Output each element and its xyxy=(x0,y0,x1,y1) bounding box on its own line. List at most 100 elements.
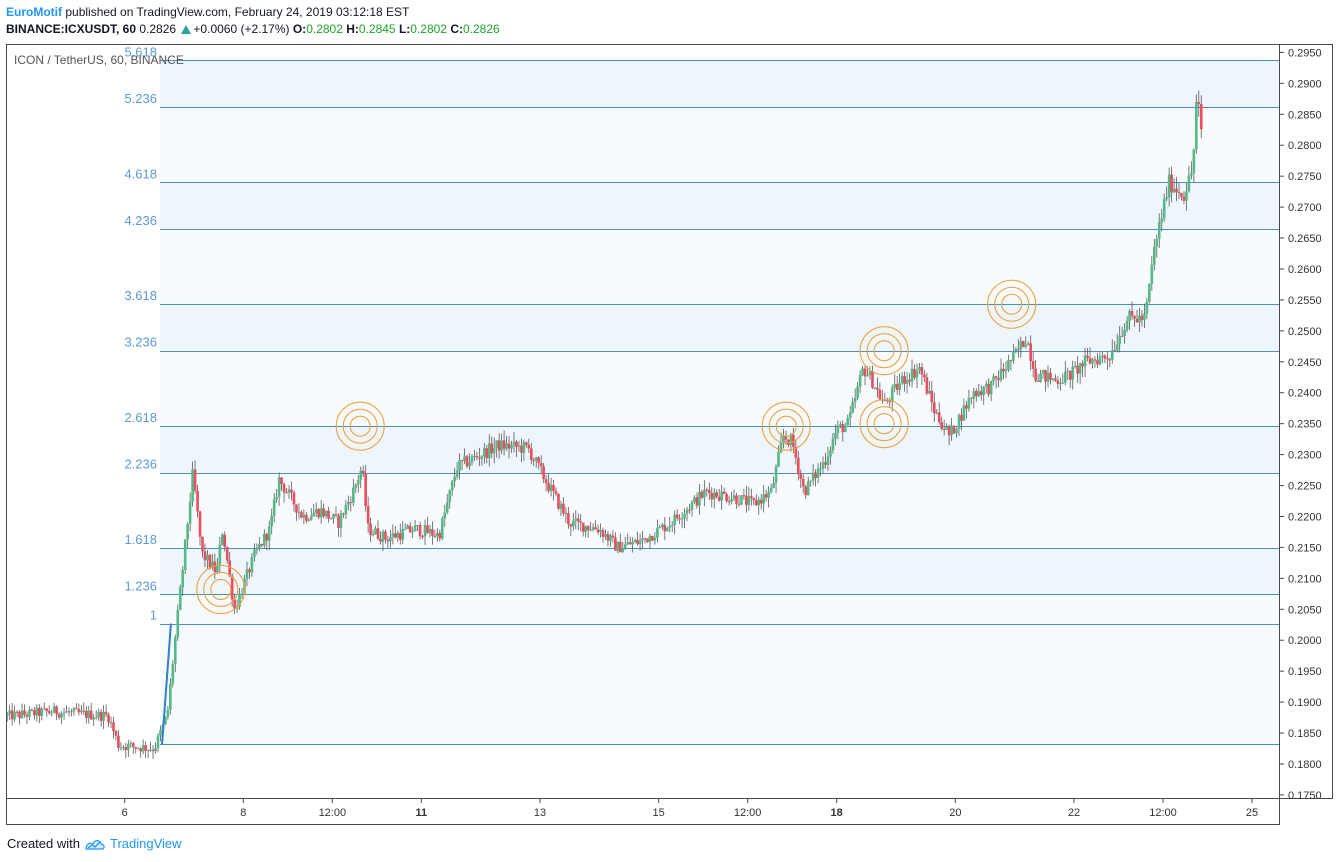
price-chart[interactable]: 1 1.236 1.618 2.236 2.618 3.236 3.618 4.236 4.61… xyxy=(0,0,1338,862)
candle-body xyxy=(371,534,375,536)
candle-body xyxy=(695,497,699,506)
candle-body xyxy=(1017,348,1020,350)
candle-body xyxy=(987,383,990,395)
candle-body xyxy=(50,712,53,714)
candle-body xyxy=(270,515,274,527)
candle-body xyxy=(1081,363,1084,367)
candle-body xyxy=(87,710,91,718)
candle-body xyxy=(445,502,449,513)
candle-body xyxy=(473,456,476,458)
candle-body xyxy=(475,456,479,458)
candle-body xyxy=(129,743,133,745)
candle-body xyxy=(245,569,249,579)
candle-body xyxy=(1143,313,1146,321)
candle-body xyxy=(480,456,484,459)
candle-body xyxy=(769,487,773,493)
tradingview-brand[interactable]: TradingView xyxy=(110,836,182,851)
candle-body xyxy=(740,495,743,505)
candle-body xyxy=(863,368,867,377)
candle-body xyxy=(913,368,916,378)
candle-body xyxy=(651,535,654,541)
candle-body xyxy=(858,375,862,387)
candle-body xyxy=(515,441,518,447)
fib-labels: 1 1.236 1.618 2.236 2.618 3.236 3.618 4.236 4.61… xyxy=(124,44,157,622)
candle-body xyxy=(191,469,194,502)
candle-body xyxy=(94,717,98,719)
candle-body xyxy=(574,518,578,521)
candle-body xyxy=(819,468,822,470)
candle-body xyxy=(557,493,560,509)
candle-body xyxy=(529,448,533,460)
fib-level-label: 3.618 xyxy=(124,288,157,303)
candle-body xyxy=(1115,344,1119,351)
footer: Created with TradingView xyxy=(7,836,182,851)
candle-body xyxy=(295,504,298,513)
candle-body xyxy=(406,525,409,529)
candle-body xyxy=(114,730,118,736)
candle-body xyxy=(20,710,24,718)
candle-body xyxy=(359,470,363,480)
time-tick-label: 12:00 xyxy=(734,807,762,819)
candle-body xyxy=(572,520,575,527)
candle-body xyxy=(712,492,716,500)
candle-body xyxy=(487,443,491,459)
candle-body xyxy=(112,722,115,731)
candle-body xyxy=(1041,370,1045,374)
candle-body xyxy=(1046,372,1050,382)
candle-body xyxy=(342,513,345,515)
candle-body xyxy=(89,710,93,720)
candle-body xyxy=(1024,345,1028,347)
candle-body xyxy=(965,405,968,409)
candle-body xyxy=(45,708,49,712)
candle-body xyxy=(762,494,765,504)
candle-body xyxy=(463,456,466,462)
candle-body xyxy=(131,743,135,747)
price-tick-label: 0.2250 xyxy=(1288,481,1322,493)
candle-body xyxy=(176,609,180,638)
candle-body xyxy=(586,526,590,531)
candle-body xyxy=(33,710,36,716)
candle-body xyxy=(920,367,924,375)
candle-body xyxy=(641,538,644,541)
fib-band xyxy=(160,182,1279,229)
candle-body xyxy=(1160,218,1164,223)
time-tick-label: 11 xyxy=(416,807,428,819)
candle-body xyxy=(559,503,563,509)
candle-body xyxy=(601,530,605,537)
candle-body xyxy=(401,528,405,540)
candle-body xyxy=(1083,355,1087,367)
candle-body xyxy=(633,539,637,543)
candle-body xyxy=(366,506,370,524)
candle-body xyxy=(391,533,395,537)
candle-body xyxy=(688,509,691,511)
time-tick-label: 15 xyxy=(653,807,665,819)
candle-body xyxy=(47,711,51,713)
candle-body xyxy=(1012,351,1015,362)
candle-body xyxy=(139,748,142,752)
candle-body xyxy=(1086,355,1089,358)
candle-body xyxy=(282,484,286,493)
candle-body xyxy=(344,504,348,515)
candle-body xyxy=(1195,102,1198,150)
candle-body xyxy=(497,440,501,451)
candle-body xyxy=(522,442,526,453)
candle-body xyxy=(836,425,840,433)
price-tick-label: 0.2500 xyxy=(1288,326,1322,338)
candle-body xyxy=(1157,222,1161,239)
fib-level-label: 4.618 xyxy=(124,166,157,181)
candle-body xyxy=(974,391,978,397)
candle-body xyxy=(999,368,1003,381)
candle-body xyxy=(156,735,160,749)
candle-body xyxy=(757,499,761,506)
candle-body xyxy=(413,525,417,532)
candle-body xyxy=(327,510,330,519)
candle-body xyxy=(1004,369,1008,372)
candle-body xyxy=(831,438,835,451)
candle-body xyxy=(1026,343,1030,346)
tradingview-logo-icon xyxy=(85,839,105,850)
candle-body xyxy=(1182,196,1186,201)
candle-body xyxy=(206,554,209,561)
candle-body xyxy=(285,492,288,494)
candle-body xyxy=(198,511,202,537)
candle-body xyxy=(1162,198,1166,219)
